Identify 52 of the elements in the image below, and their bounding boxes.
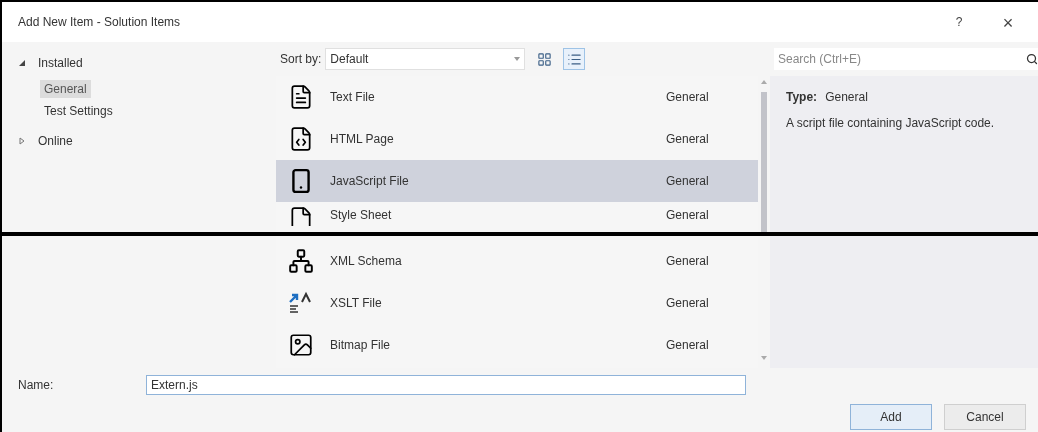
template-row[interactable]: JavaScript File General — [276, 160, 758, 202]
template-name: XML Schema — [330, 253, 403, 270]
file-icon — [288, 206, 314, 226]
tree-item[interactable]: Test Settings — [40, 102, 117, 120]
sort-label: Sort by: — [280, 51, 322, 68]
template-row[interactable]: XSLT File General — [276, 282, 758, 324]
template-name: Bitmap File — [330, 337, 392, 354]
tree-item[interactable]: Online — [34, 132, 77, 150]
list-icon — [566, 51, 582, 67]
template-name: Style Sheet — [330, 207, 393, 224]
description: A script file containing JavaScript code. — [786, 115, 996, 132]
help-button[interactable]: ? — [944, 10, 974, 34]
template-row[interactable]: XML Schema General — [276, 240, 758, 282]
template-category: General — [666, 207, 710, 224]
template-name: JavaScript File — [330, 173, 410, 190]
cancel-button[interactable]: Cancel — [944, 404, 1026, 430]
scroll-up-icon[interactable] — [761, 80, 767, 84]
template-category: General — [666, 337, 710, 354]
scroll-down-icon[interactable] — [761, 356, 767, 360]
add-button[interactable]: Add — [850, 404, 932, 430]
window-title: Add New Item - Solution Items — [18, 14, 182, 31]
type-value: General — [825, 89, 868, 106]
grid-icon — [536, 51, 552, 67]
template-category: General — [666, 253, 710, 270]
sort-dropdown[interactable]: Default — [325, 48, 526, 70]
template-row[interactable]: Text File General — [276, 76, 758, 118]
template-row[interactable]: Style Sheet General — [276, 202, 758, 226]
tree-item[interactable]: General — [40, 80, 91, 98]
template-name: XSLT File — [330, 295, 383, 312]
arrow-lines-icon — [288, 290, 314, 316]
template-category: General — [666, 173, 710, 190]
expand-icon[interactable] — [18, 137, 26, 145]
image-icon — [288, 332, 314, 358]
tree-item[interactable]: Installed — [34, 54, 87, 72]
template-category: General — [666, 89, 710, 106]
template-category: General — [666, 131, 710, 148]
collapse-icon[interactable] — [18, 59, 26, 67]
type-label: Type: — [786, 89, 818, 106]
template-name: HTML Page — [330, 131, 395, 148]
name-field[interactable]: Extern.js — [146, 375, 746, 395]
code-file-icon — [288, 126, 314, 152]
template-name: Text File — [330, 89, 376, 106]
list-view-button[interactable] — [563, 48, 586, 70]
caret-icon — [514, 57, 521, 61]
template-row[interactable]: HTML Page General — [276, 118, 758, 160]
template-row[interactable]: Bitmap File General — [276, 324, 758, 366]
template-category: General — [666, 295, 710, 312]
hierarchy-icon — [288, 248, 314, 274]
close-button[interactable]: × — [990, 10, 1026, 34]
document-icon — [288, 84, 314, 110]
name-label: Name: — [18, 377, 55, 394]
search-field[interactable]: Search (Ctrl+E) — [774, 48, 1038, 70]
